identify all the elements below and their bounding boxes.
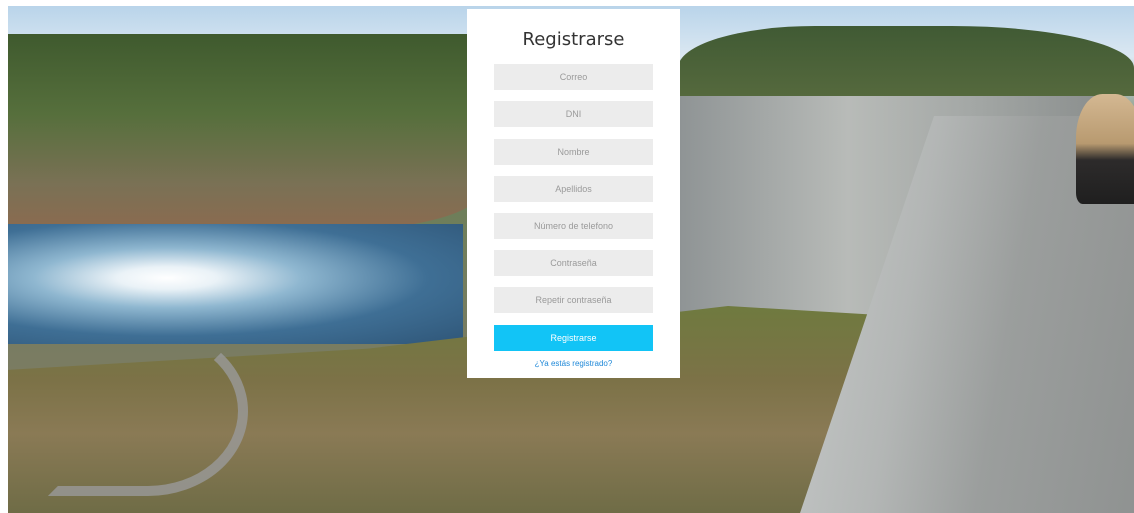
name-field[interactable]: [494, 139, 653, 165]
surname-field[interactable]: [494, 176, 653, 202]
register-button[interactable]: Registrarse: [494, 325, 653, 351]
login-link[interactable]: ¿Ya estás registrado?: [467, 359, 680, 368]
register-form: Registrarse Registrarse ¿Ya estás regist…: [467, 9, 680, 378]
background-hills: [8, 34, 478, 234]
background-hills-right: [678, 26, 1134, 96]
repeat-password-field[interactable]: [494, 287, 653, 313]
email-field[interactable]: [494, 64, 653, 90]
dni-field[interactable]: [494, 101, 653, 127]
background-road: [48, 326, 248, 496]
password-field[interactable]: [494, 250, 653, 276]
form-title: Registrarse: [522, 29, 625, 50]
phone-field[interactable]: [494, 213, 653, 239]
background-people: [1076, 94, 1134, 204]
